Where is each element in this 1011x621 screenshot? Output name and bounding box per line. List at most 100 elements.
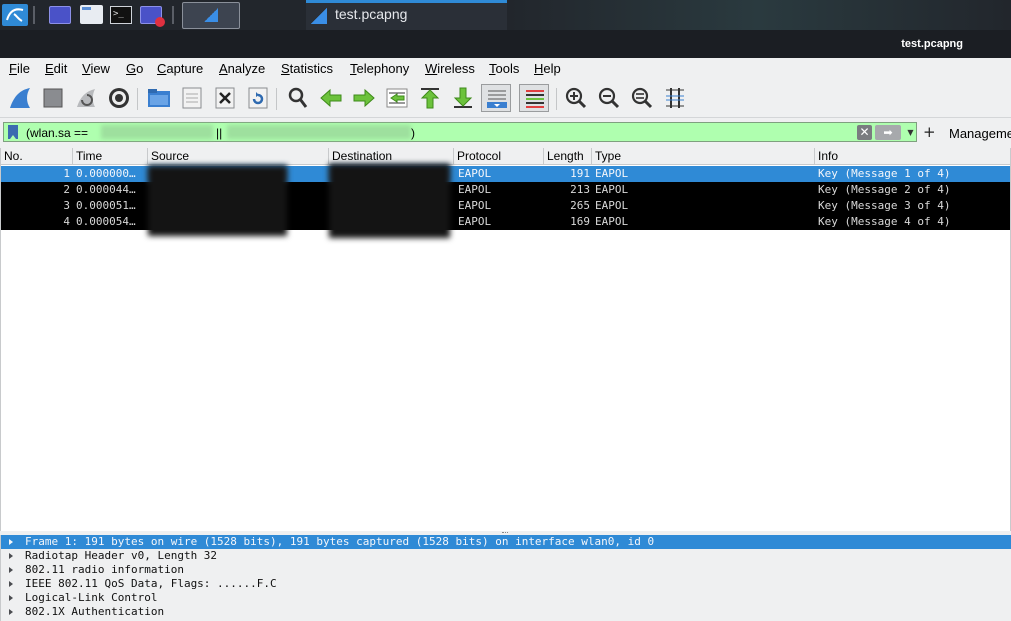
cell-no: 2: [63, 183, 70, 196]
column-protocol[interactable]: Protocol: [454, 148, 544, 165]
cell-protocol: EAPOL: [458, 215, 492, 228]
column-destination[interactable]: Destination: [329, 148, 454, 165]
apply-filter-icon[interactable]: ➡: [875, 125, 901, 140]
menu-help[interactable]: Help: [534, 61, 561, 76]
expand-arrow-icon[interactable]: [9, 553, 13, 559]
clear-filter-icon[interactable]: ✕: [857, 125, 872, 140]
menu-edit[interactable]: Edit: [45, 61, 67, 76]
cell-protocol: EAPOL: [458, 183, 492, 196]
taskbar: >_ test.pcapng: [0, 0, 1011, 30]
find-packet-icon[interactable]: [286, 86, 310, 110]
restart-capture-icon[interactable]: [74, 86, 98, 110]
wireshark-workspace-icon[interactable]: [182, 2, 240, 29]
go-back-icon[interactable]: [319, 86, 343, 110]
tree-item-radio-info[interactable]: 802.11 radio information: [1, 563, 1011, 577]
menu-statistics[interactable]: Statistics: [281, 61, 333, 76]
taskbar-separator: [33, 6, 35, 24]
terminal-icon[interactable]: >_: [110, 6, 132, 24]
menu-wireless[interactable]: Wireless: [425, 61, 475, 76]
cell-time: 0.000051…: [76, 199, 136, 212]
go-forward-icon[interactable]: [352, 86, 376, 110]
tree-item-8021x[interactable]: 802.1X Authentication: [1, 605, 1011, 619]
last-packet-icon[interactable]: [451, 86, 475, 110]
filter-text-mid: ||: [216, 126, 223, 140]
menu-view[interactable]: View: [82, 61, 110, 76]
normal-size-icon[interactable]: [630, 86, 654, 110]
tree-item-radiotap[interactable]: Radiotap Header v0, Length 32: [1, 549, 1011, 563]
save-file-icon[interactable]: [180, 86, 204, 110]
display-filter-input[interactable]: (wlan.sa == || ) ✕ ➡ ▼: [3, 122, 917, 142]
cell-length: 191: [570, 167, 590, 180]
column-info[interactable]: Info: [815, 148, 1010, 165]
first-packet-icon[interactable]: [418, 86, 442, 110]
tree-item-label: IEEE 802.11 QoS Data, Flags: ......F.C: [25, 577, 277, 590]
redacted-filter-value: [101, 125, 213, 139]
packet-list-header: No. Time Source Destination Protocol Len…: [1, 148, 1010, 165]
stop-capture-icon[interactable]: [41, 86, 65, 110]
capture-options-icon[interactable]: [107, 86, 131, 110]
column-no[interactable]: No.: [1, 148, 73, 165]
tree-item-frame[interactable]: Frame 1: 191 bytes on wire (1528 bits), …: [1, 535, 1011, 549]
close-file-icon[interactable]: [213, 86, 237, 110]
add-filter-button-icon[interactable]: +: [923, 123, 936, 141]
zoom-out-icon[interactable]: [597, 86, 621, 110]
column-type[interactable]: Type: [592, 148, 815, 165]
zoom-in-icon[interactable]: [564, 86, 588, 110]
column-time[interactable]: Time: [73, 148, 148, 165]
menu-bar: File Edit View Go Capture Analyze Statis…: [0, 58, 1011, 80]
file-manager-icon[interactable]: [80, 5, 103, 24]
menu-file[interactable]: File: [9, 61, 30, 76]
expand-arrow-icon[interactable]: [9, 581, 13, 587]
window-title: test.pcapng: [901, 38, 963, 50]
tree-item-label: Logical-Link Control: [25, 591, 158, 604]
expand-arrow-icon[interactable]: [9, 595, 13, 601]
cell-no: 3: [63, 199, 70, 212]
cell-no: 4: [63, 215, 70, 228]
menu-go[interactable]: Go: [126, 61, 143, 76]
tree-item-llc[interactable]: Logical-Link Control: [1, 591, 1011, 605]
cell-info: Key (Message 3 of 4): [818, 199, 951, 212]
kali-menu-icon[interactable]: [2, 4, 28, 26]
filter-button-management[interactable]: Manageme: [949, 126, 1011, 141]
column-length[interactable]: Length: [544, 148, 592, 165]
redacted-destination-address: [329, 164, 450, 238]
title-bar: test.pcapng: [0, 30, 1011, 58]
cell-length: 169: [570, 215, 590, 228]
tree-item-label: 802.1X Authentication: [25, 605, 165, 618]
cell-type: EAPOL: [595, 183, 629, 196]
splitter-handle-icon: [502, 532, 508, 534]
menu-telephony[interactable]: Telephony: [350, 61, 409, 76]
screen-recorder-icon[interactable]: [140, 6, 165, 27]
cell-info: Key (Message 2 of 4): [818, 183, 951, 196]
taskbar-background: [507, 0, 1011, 30]
tree-item-label: 802.11 radio information: [25, 563, 184, 576]
chevron-down-icon[interactable]: ▼: [904, 125, 917, 140]
cell-time: 0.000000…: [76, 167, 136, 180]
menu-tools[interactable]: Tools: [489, 61, 519, 76]
colorize-icon[interactable]: [519, 84, 549, 112]
expand-arrow-icon[interactable]: [9, 567, 13, 573]
tree-item-ieee80211[interactable]: IEEE 802.11 QoS Data, Flags: ......F.C: [1, 577, 1011, 591]
cell-type: EAPOL: [595, 199, 629, 212]
toolbar-separator: [137, 88, 138, 110]
menu-analyze[interactable]: Analyze: [219, 61, 265, 76]
reload-file-icon[interactable]: [246, 86, 270, 110]
column-source[interactable]: Source: [148, 148, 329, 165]
menu-capture[interactable]: Capture: [157, 61, 203, 76]
expand-arrow-icon[interactable]: [9, 539, 13, 545]
taskbar-window-title: test.pcapng: [335, 6, 408, 22]
bookmark-icon[interactable]: [8, 125, 18, 139]
terminal-window-icon[interactable]: [49, 6, 71, 24]
auto-scroll-icon[interactable]: [481, 84, 511, 112]
cell-time: 0.000054…: [76, 215, 136, 228]
cell-info: Key (Message 1 of 4): [818, 167, 951, 180]
expand-arrow-icon[interactable]: [9, 609, 13, 615]
resize-columns-icon[interactable]: [663, 86, 687, 110]
cell-time: 0.000044…: [76, 183, 136, 196]
start-capture-icon[interactable]: [8, 86, 32, 110]
filter-text-end: ): [411, 126, 415, 140]
taskbar-window-button[interactable]: test.pcapng: [306, 0, 507, 30]
display-filter-bar: (wlan.sa == || ) ✕ ➡ ▼ + Manageme: [0, 118, 1011, 148]
open-file-icon[interactable]: [147, 86, 171, 110]
go-to-packet-icon[interactable]: [385, 86, 409, 110]
